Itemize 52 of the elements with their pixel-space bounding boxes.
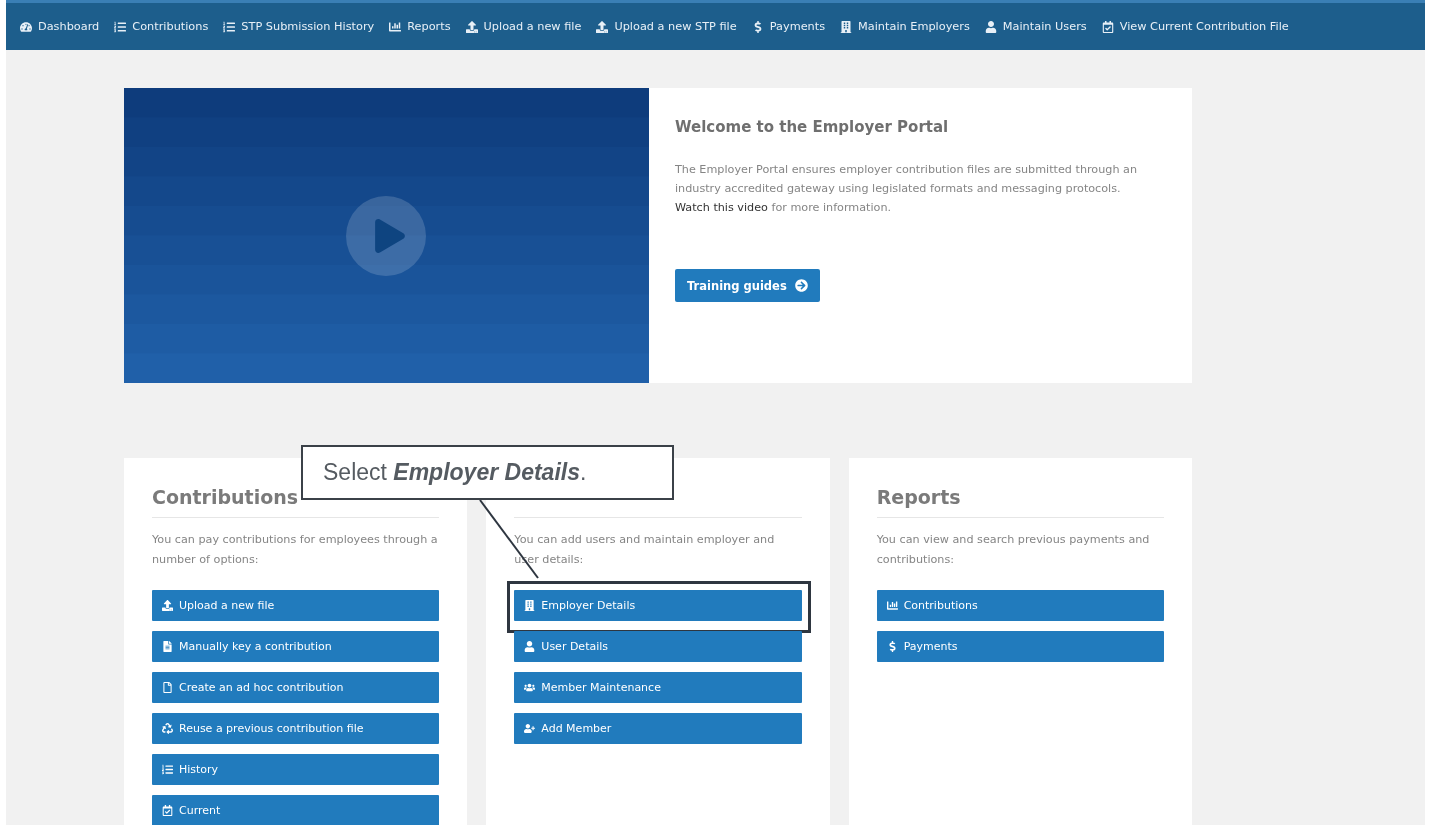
action-button[interactable]: Reuse a previous contribution file <box>152 713 440 744</box>
upload-icon <box>162 600 173 611</box>
callout-text: Select Employer Details. <box>301 445 674 500</box>
video-link[interactable]: Watch this video <box>675 201 768 214</box>
nav-link[interactable]: Dashboard <box>20 20 100 33</box>
user-icon <box>984 20 997 33</box>
play-icon <box>373 219 407 253</box>
action-button[interactable]: Contributions <box>876 590 1164 621</box>
action-button[interactable]: Employer Details <box>514 590 802 621</box>
nav-link[interactable]: Contributions <box>114 20 209 33</box>
action-button[interactable]: User Details <box>514 631 802 662</box>
gauge-icon <box>20 20 32 33</box>
bar-chart-icon <box>886 600 898 611</box>
document-icon <box>162 641 173 652</box>
card-description: You can view and search previous payments and contributions: <box>876 532 1151 568</box>
welcome-text: The Employer Portal ensures employer contribution files are submitted through an industry accredited gateway using legislated formats and messaging protocols. Watch this video for more information. <box>675 162 1138 216</box>
nav-link[interactable]: Payments <box>751 20 826 33</box>
nav-link[interactable]: Maintain Users <box>984 20 1087 33</box>
nav-link[interactable]: Upload a new file <box>465 20 582 33</box>
nav-link[interactable]: Maintain Employers <box>840 20 970 33</box>
action-button[interactable]: Upload a new file <box>152 590 440 621</box>
list-icon <box>114 20 127 33</box>
nav-link[interactable]: View Current Contribution File <box>1101 20 1289 33</box>
building-icon <box>524 600 536 611</box>
card-title: Contributions <box>152 486 300 510</box>
user-icon <box>524 641 536 652</box>
action-button[interactable]: Member Maintenance <box>514 672 802 703</box>
upload-icon <box>596 20 609 33</box>
calendar-check-icon <box>162 805 173 816</box>
users-icon <box>524 682 536 693</box>
action-button[interactable]: History <box>152 754 440 785</box>
nav-link[interactable]: Reports <box>389 20 451 33</box>
action-button[interactable]: Add Member <box>514 713 802 744</box>
card-description: You can pay contributions for employees through a number of options: <box>152 532 439 568</box>
nav-link[interactable]: Upload a new STP file <box>596 20 737 33</box>
recycle-icon <box>162 723 173 734</box>
action-button[interactable]: Payments <box>876 631 1164 662</box>
list-icon <box>162 764 173 775</box>
welcome-title: Welcome to the Employer Portal <box>675 118 949 136</box>
list-icon <box>223 20 236 33</box>
building-icon <box>840 20 853 33</box>
action-button[interactable]: Current <box>152 795 440 825</box>
action-button[interactable]: Manually key a contribution <box>152 631 440 662</box>
bar-chart-icon <box>389 20 402 33</box>
calendar-check-icon <box>1101 20 1114 33</box>
training-guides-button[interactable]: Training guides <box>675 269 820 302</box>
card-title: Reports <box>876 486 962 510</box>
upload-icon <box>465 20 478 33</box>
nav-link[interactable]: STP Submission History <box>223 20 375 33</box>
file-icon <box>162 682 173 693</box>
action-button[interactable]: Create an ad hoc contribution <box>152 672 440 703</box>
add-user-icon <box>524 723 536 734</box>
